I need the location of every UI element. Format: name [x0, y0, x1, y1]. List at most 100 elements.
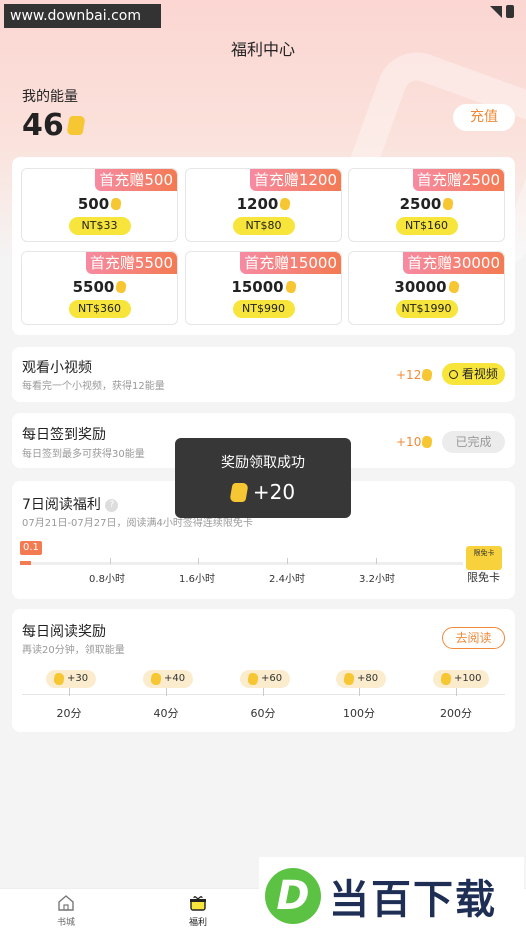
coin-icon — [52, 673, 66, 685]
milestone-time: 100分 — [343, 707, 375, 720]
video-task-reward: +12 — [396, 368, 434, 382]
logo-text: 当百下载 — [329, 877, 497, 923]
watch-video-button[interactable]: 看视频 — [442, 363, 505, 385]
milestone-reward: +40 — [143, 670, 194, 688]
progress-tick — [287, 558, 288, 564]
coin-icon — [442, 198, 455, 210]
pack-amount: 15000 — [186, 278, 341, 296]
milestone-reward: +30 — [46, 670, 97, 688]
pack-item[interactable]: 首充赠500 500 NT$33 — [21, 168, 178, 242]
battery-icon — [506, 5, 514, 18]
free-card-label: 限免卡 — [467, 571, 500, 584]
coin-icon — [284, 281, 297, 293]
site-logo-watermark: D 当百下载 — [259, 857, 524, 935]
pack-price: NT$990 — [232, 300, 295, 318]
pack-price: NT$1990 — [395, 300, 458, 318]
tick-label: 3.2小时 — [359, 574, 395, 585]
pack-promo: 首充赠2500 — [412, 169, 504, 191]
toast-message: 奖励领取成功 — [221, 455, 305, 471]
milestone-tick — [456, 688, 457, 696]
pack-amount: 5500 — [22, 278, 177, 296]
tick-label: 1.6小时 — [179, 574, 215, 585]
pack-price: NT$33 — [68, 217, 131, 235]
milestone-time: 200分 — [440, 707, 472, 720]
checkin-task-reward: +10 — [396, 435, 434, 449]
tick-label: 2.4小时 — [269, 574, 305, 585]
page-title: 福利中心 — [230, 40, 295, 59]
pack-promo: 首充赠15000 — [240, 252, 341, 274]
pack-promo: 首充赠30000 — [403, 252, 504, 274]
free-card-icon: 限免卡 — [466, 546, 502, 570]
pack-promo: 首充赠1200 — [249, 169, 341, 191]
home-icon — [58, 895, 74, 911]
energy-value: 46 — [22, 108, 64, 143]
coin-icon — [229, 482, 249, 502]
milestone-time: 40分 — [153, 707, 179, 720]
daily-reading-title: 每日阅读奖励 — [22, 624, 106, 640]
coin-icon — [246, 673, 260, 685]
coin-icon — [421, 369, 434, 381]
go-read-button[interactable]: 去阅读 — [442, 627, 505, 649]
seven-day-title: 7日阅读福利 ? — [22, 494, 119, 514]
progress-tick — [376, 558, 377, 564]
reading-progress-track — [20, 562, 463, 565]
coin-icon — [421, 436, 434, 448]
pack-amount: 500 — [22, 195, 177, 213]
pack-item[interactable]: 首充赠15000 15000 NT$990 — [185, 251, 342, 325]
energy-label: 我的能量 — [22, 89, 78, 105]
checkin-task-subtitle: 每日签到最多可获得30能量 — [22, 449, 145, 460]
pack-item[interactable]: 首充赠2500 2500 NT$160 — [348, 168, 505, 242]
pack-amount: 30000 — [349, 278, 504, 296]
coin-icon — [149, 673, 163, 685]
logo-mark: D — [265, 868, 321, 924]
reading-progress-value: 0.1 — [20, 541, 42, 555]
tab-bookstore[interactable]: 书城 — [36, 895, 96, 928]
milestone-tick — [69, 688, 70, 696]
video-task-card: 观看小视频 每看完一个小视频，获得12能量 +12 看视频 — [12, 347, 515, 402]
daily-reading-subtitle: 再读20分钟，领取能量 — [22, 645, 125, 656]
pack-item[interactable]: 首充赠30000 30000 NT$1990 — [348, 251, 505, 325]
energy-coin-icon — [66, 116, 86, 135]
progress-tick — [110, 558, 111, 564]
milestone-tick — [166, 688, 167, 696]
milestone-time: 60分 — [250, 707, 276, 720]
pack-item[interactable]: 首充赠1200 1200 NT$80 — [185, 168, 342, 242]
pack-amount: 1200 — [186, 195, 341, 213]
coin-icon — [342, 673, 356, 685]
recharge-packs-card: 首充赠500 500 NT$33 首充赠1200 1200 NT$80 首充赠2… — [12, 157, 515, 335]
tab-welfare[interactable]: 福利 — [168, 895, 228, 928]
signal-icon — [490, 5, 502, 18]
pack-promo: 首充赠5500 — [85, 252, 177, 274]
pack-price: NT$160 — [395, 217, 458, 235]
reward-toast: 奖励领取成功 +20 — [175, 438, 351, 518]
coin-icon — [439, 673, 453, 685]
play-icon — [449, 370, 459, 379]
recharge-button[interactable]: 充值 — [453, 104, 515, 131]
checkin-done-button[interactable]: 已完成 — [442, 431, 505, 453]
coin-icon — [447, 281, 460, 293]
milestone-reward: +80 — [336, 670, 387, 688]
toast-amount: +20 — [175, 480, 351, 504]
milestone-tick — [359, 688, 360, 696]
reading-progress-fill — [20, 561, 32, 565]
status-bar — [490, 5, 514, 18]
milestone-time: 20分 — [56, 707, 82, 720]
pack-item[interactable]: 首充赠5500 5500 NT$360 — [21, 251, 178, 325]
energy-balance: 46 — [22, 108, 86, 143]
help-icon[interactable]: ? — [105, 498, 119, 512]
gift-icon — [190, 896, 206, 911]
video-task-subtitle: 每看完一个小视频，获得12能量 — [22, 381, 165, 392]
coin-icon — [279, 198, 292, 210]
coin-icon — [110, 198, 123, 210]
progress-tick — [198, 558, 199, 564]
coin-icon — [115, 281, 128, 293]
milestone-tick — [263, 688, 264, 696]
pack-amount: 2500 — [349, 195, 504, 213]
site-watermark: www.downbai.com — [4, 4, 161, 28]
milestone-reward: +100 — [433, 670, 490, 688]
checkin-task-title: 每日签到奖励 — [22, 427, 106, 443]
pack-price: NT$360 — [68, 300, 131, 318]
video-task-title: 观看小视频 — [22, 360, 92, 376]
pack-promo: 首充赠500 — [95, 169, 177, 191]
tick-label: 0.8小时 — [89, 574, 125, 585]
